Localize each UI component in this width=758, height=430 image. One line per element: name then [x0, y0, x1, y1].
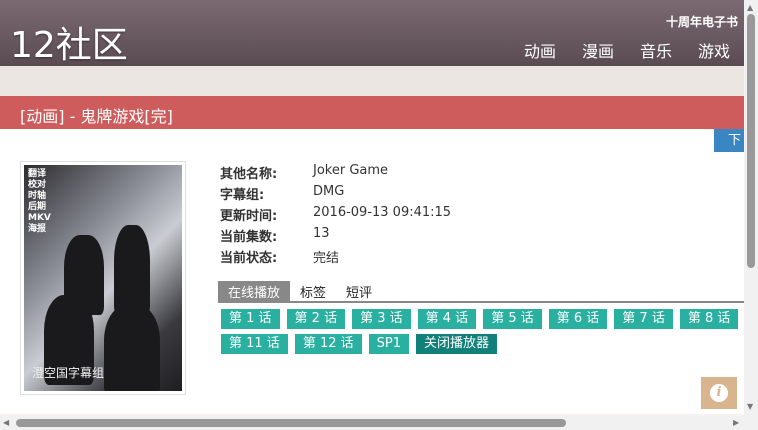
info-button[interactable]: i: [701, 377, 737, 409]
tab-online-play[interactable]: 在线播放: [218, 281, 291, 301]
close-player-button[interactable]: 关闭播放器: [416, 334, 498, 354]
nav-item-manga[interactable]: 漫画: [582, 38, 614, 62]
info-row-episodes: 当前集数: 13: [220, 226, 330, 245]
info-row-status: 当前状态: 完结: [220, 251, 340, 266]
episode-button[interactable]: 第 6 话: [548, 309, 608, 329]
download-button[interactable]: 下: [714, 129, 744, 152]
nav-item-anime[interactable]: 动画: [524, 38, 556, 62]
episode-button[interactable]: 第 4 话: [417, 309, 477, 329]
scroll-up-icon[interactable]: ▲: [747, 3, 753, 12]
episode-button[interactable]: 第 8 话: [679, 309, 739, 329]
poster-caption: 澄空国字幕组: [32, 366, 105, 380]
main-nav: 动画 漫画 音乐 游戏: [524, 38, 730, 62]
tab-tags[interactable]: 标签: [290, 281, 336, 301]
info-icon: i: [710, 384, 728, 402]
horizontal-scrollbar[interactable]: ◀ ▶: [0, 416, 758, 430]
info-list: 其他名称: Joker Game 字幕组: DMG 更新时间: 2016-09-13 …: [220, 163, 451, 268]
episode-button[interactable]: 第 11 话: [221, 334, 288, 354]
ebook-link[interactable]: 十周年电子书: [666, 13, 738, 30]
info-row-updated: 更新时间: 2016-09-13 09:41:15: [220, 205, 452, 224]
horizontal-scroll-thumb[interactable]: [16, 419, 566, 427]
site-logo[interactable]: 12社区: [10, 16, 128, 68]
scroll-right-icon[interactable]: ▶: [733, 418, 739, 427]
info-row-other-name: 其他名称: Joker Game: [220, 163, 389, 182]
tab-reviews[interactable]: 短评: [336, 281, 382, 301]
title-bar: [动画] - 鬼牌游戏[完]: [0, 96, 744, 129]
info-row-fansub: 字幕组: DMG: [220, 184, 345, 203]
episode-button[interactable]: 第 3 话: [352, 309, 411, 329]
episode-button[interactable]: 第 12 话: [294, 334, 362, 354]
episode-button[interactable]: 第 2 话: [286, 309, 346, 329]
vertical-scroll-thumb[interactable]: [747, 14, 755, 268]
poster-image: 翻译 校对 时轴 后期 MKV 海报 澄空国字幕组: [20, 161, 186, 395]
nav-item-music[interactable]: 音乐: [640, 38, 672, 62]
episode-button[interactable]: SP1: [368, 334, 409, 354]
scroll-down-icon[interactable]: ▼: [747, 402, 753, 411]
header-band: [0, 66, 744, 96]
vertical-scrollbar[interactable]: ▲ ▼: [744, 0, 758, 416]
poster-credits: 翻译 校对 时轴 后期 MKV 海报: [28, 169, 51, 234]
site-header: 12社区 十周年电子书 动画 漫画 音乐 游戏: [0, 0, 744, 66]
tab-bar: 在线播放 标签 短评: [218, 281, 744, 303]
episode-list: 第 1 话 第 2 话 第 3 话 第 4 话 第 5 话 第 6 话 第 7 …: [221, 309, 744, 359]
episode-button[interactable]: 第 5 话: [483, 309, 542, 329]
detail-panel: 翻译 校对 时轴 后期 MKV 海报 澄空国字幕组 其他名称: Joker Gam…: [0, 129, 744, 414]
episode-button[interactable]: 第 7 话: [614, 309, 673, 329]
nav-item-games[interactable]: 游戏: [698, 38, 730, 62]
scroll-left-icon[interactable]: ◀: [3, 418, 9, 427]
episode-button[interactable]: 第 1 话: [221, 309, 280, 329]
page-title: [动画] - 鬼牌游戏[完]: [20, 107, 173, 126]
